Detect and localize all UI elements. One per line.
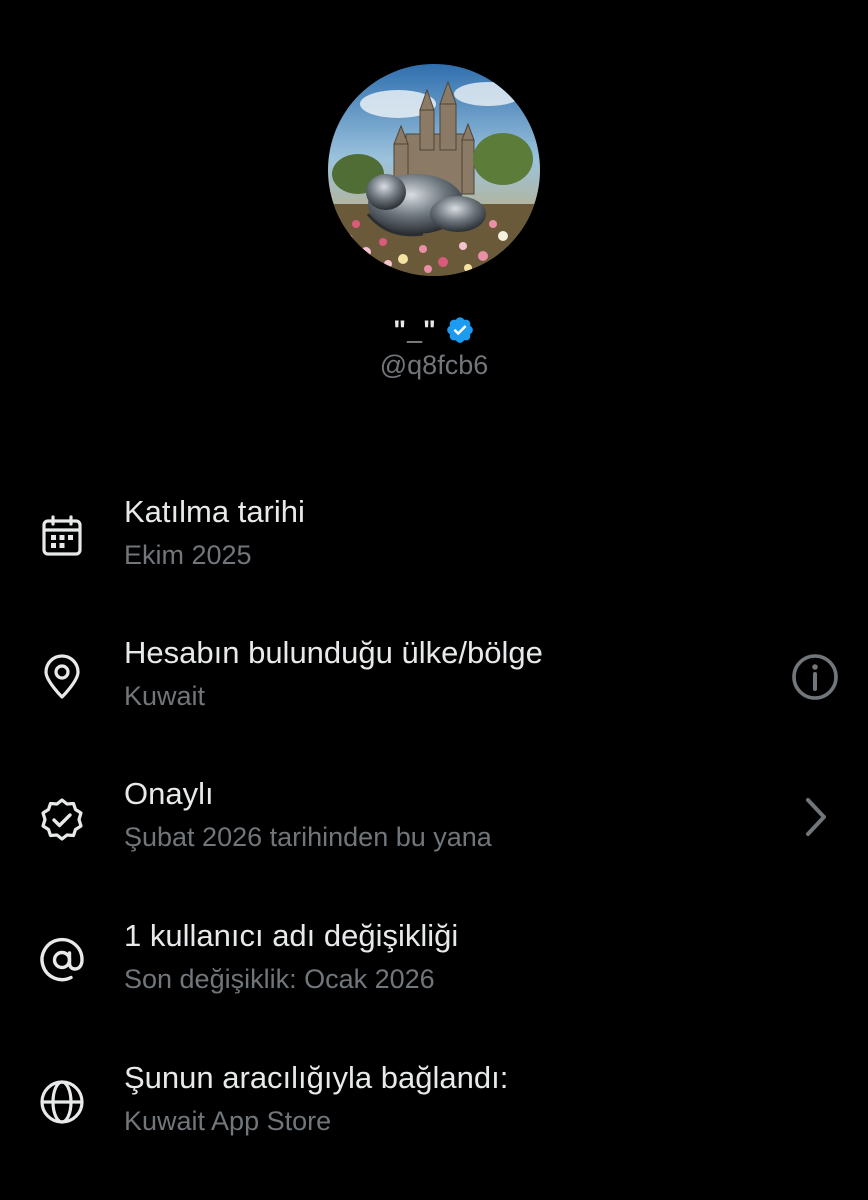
row-title: Katılma tarihi [124, 494, 305, 529]
row-account-region[interactable]: Hesabın bulunduğu ülke/bölge Kuwait [0, 635, 868, 755]
display-name: "_" [393, 314, 437, 345]
profile-header: "_" @q8fcb6 [0, 0, 868, 420]
row-join-date: Katılma tarihi Ekim 2025 [0, 494, 868, 614]
chevron-right-icon[interactable] [788, 790, 842, 844]
handle: @q8fcb6 [379, 350, 489, 380]
calendar-icon [42, 515, 82, 556]
name-row: "_" [0, 310, 868, 350]
info-icon[interactable] [788, 650, 842, 704]
row-subtitle: Ekim 2025 [124, 540, 252, 570]
row-title: Hesabın bulunduğu ülke/bölge [124, 635, 543, 670]
avatar-image [328, 64, 540, 276]
verified-badge-outline-icon [41, 798, 83, 841]
row-connected-via: Şunun aracılığıyla bağlandı: Kuwait App … [0, 1060, 868, 1180]
row-title: 1 kullanıcı adı değişikliği [124, 918, 459, 953]
row-verified[interactable]: Onaylı Şubat 2026 tarihinden bu yana [0, 776, 868, 896]
globe-icon [40, 1080, 84, 1124]
avatar[interactable] [328, 64, 540, 276]
verified-badge-icon[interactable] [445, 315, 475, 345]
row-title: Onaylı [124, 776, 214, 811]
at-sign-icon [40, 938, 84, 982]
row-subtitle: Kuwait [124, 681, 206, 711]
row-username-changes: 1 kullanıcı adı değişikliği Son değişikl… [0, 918, 868, 1038]
location-pin-icon [44, 654, 80, 699]
row-subtitle: Kuwait App Store [124, 1106, 332, 1136]
row-subtitle: Son değişiklik: Ocak 2026 [124, 964, 435, 994]
row-title: Şunun aracılığıyla bağlandı: [124, 1060, 509, 1095]
row-subtitle: Şubat 2026 tarihinden bu yana [124, 822, 492, 852]
